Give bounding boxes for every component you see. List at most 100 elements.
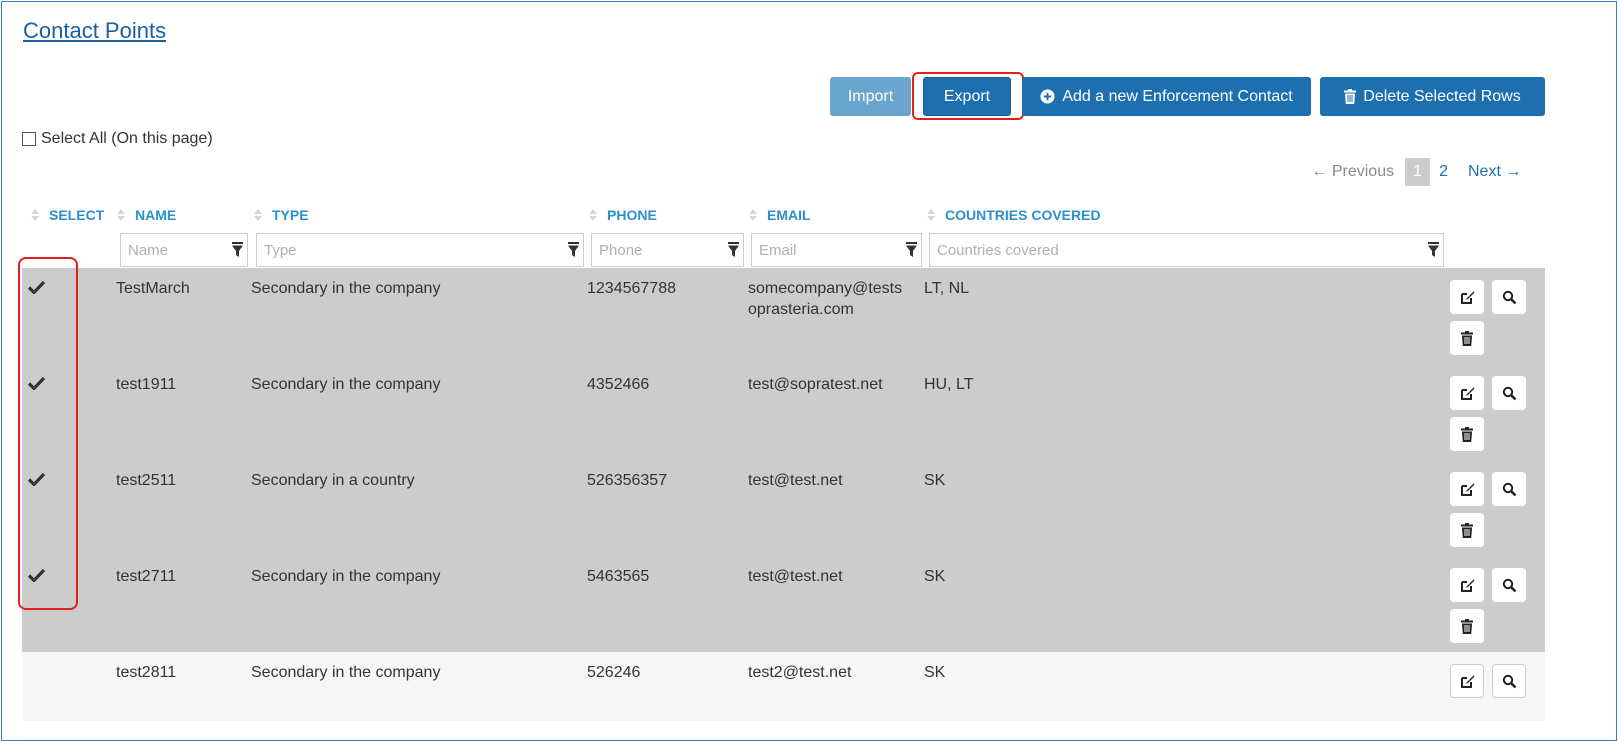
page-title[interactable]: Contact Points bbox=[23, 18, 166, 44]
delete-selected-rows-button[interactable]: Delete Selected Rows bbox=[1320, 77, 1545, 116]
column-header-countries[interactable]: COUNTRIES COVERED bbox=[926, 207, 1101, 223]
edit-button[interactable] bbox=[1450, 376, 1484, 410]
row-type: Secondary in a country bbox=[251, 472, 415, 489]
row-phone: 4352466 bbox=[587, 376, 650, 393]
sort-icon bbox=[589, 209, 597, 221]
row-countries: LT, NL bbox=[924, 280, 970, 297]
column-header-name-label: NAME bbox=[135, 207, 177, 223]
edit-icon bbox=[1460, 291, 1474, 304]
row-name: TestMarch bbox=[116, 280, 190, 297]
pagination-next[interactable]: Next → bbox=[1468, 163, 1521, 181]
row-email: test2@test.net bbox=[748, 664, 852, 681]
row-type: Secondary in the company bbox=[251, 376, 441, 393]
edit-button[interactable] bbox=[1450, 568, 1484, 602]
column-header-phone-label: PHONE bbox=[607, 207, 657, 223]
sort-icon bbox=[254, 209, 262, 221]
search-icon bbox=[1502, 578, 1516, 592]
delete-row-button[interactable] bbox=[1450, 417, 1484, 451]
row-phone: 1234567788 bbox=[587, 280, 676, 297]
trash-icon bbox=[1461, 330, 1473, 346]
table-row[interactable]: test2811 Secondary in the company 526246… bbox=[22, 652, 1545, 721]
row-name: test2811 bbox=[116, 664, 177, 681]
export-highlight-annotation bbox=[912, 72, 1024, 120]
column-header-type[interactable]: TYPE bbox=[253, 207, 309, 223]
row-countries: SK bbox=[924, 568, 946, 585]
add-enforcement-contact-button[interactable]: Add a new Enforcement Contact bbox=[1022, 77, 1311, 116]
trash-icon bbox=[1461, 618, 1473, 634]
filter-icon bbox=[1428, 242, 1439, 257]
add-button-label: Add a new Enforcement Contact bbox=[1062, 87, 1293, 105]
pagination-previous[interactable]: ← Previous bbox=[1311, 163, 1394, 181]
column-header-countries-label: COUNTRIES COVERED bbox=[945, 207, 1101, 223]
view-button[interactable] bbox=[1492, 376, 1526, 410]
plus-circle-icon bbox=[1040, 89, 1055, 104]
edit-button[interactable] bbox=[1450, 664, 1484, 698]
sort-icon bbox=[749, 209, 757, 221]
row-name: test1911 bbox=[116, 376, 177, 393]
row-name: test2711 bbox=[116, 568, 177, 585]
pagination-page-2[interactable]: 2 bbox=[1439, 163, 1448, 181]
column-header-phone[interactable]: PHONE bbox=[588, 207, 657, 223]
column-header-email[interactable]: EMAIL bbox=[748, 207, 811, 223]
column-header-select[interactable]: SELECT bbox=[30, 207, 104, 223]
sort-icon bbox=[31, 209, 39, 221]
search-icon bbox=[1502, 482, 1516, 496]
column-header-type-label: TYPE bbox=[272, 207, 309, 223]
row-email-line2: oprasteria.com bbox=[748, 301, 854, 318]
import-button[interactable]: Import bbox=[830, 77, 911, 116]
view-button[interactable] bbox=[1492, 568, 1526, 602]
row-email: test@test.net bbox=[748, 568, 843, 585]
row-countries: HU, LT bbox=[924, 376, 974, 393]
email-filter-input[interactable]: Email bbox=[751, 233, 922, 267]
row-phone: 526356357 bbox=[587, 472, 668, 489]
select-all[interactable]: Select All (On this page) bbox=[22, 130, 213, 148]
edit-icon bbox=[1460, 579, 1474, 592]
filter-icon bbox=[906, 242, 917, 257]
view-button[interactable] bbox=[1492, 280, 1526, 314]
row-phone: 5463565 bbox=[587, 568, 650, 585]
table-row[interactable]: test2711 Secondary in the company 546356… bbox=[22, 556, 1545, 652]
edit-button[interactable] bbox=[1450, 472, 1484, 506]
row-countries: SK bbox=[924, 664, 946, 681]
table-row[interactable]: TestMarch Secondary in the company 12345… bbox=[22, 268, 1545, 364]
column-header-select-label: SELECT bbox=[49, 207, 105, 223]
edit-icon bbox=[1460, 483, 1474, 496]
search-icon bbox=[1502, 290, 1516, 304]
view-button[interactable] bbox=[1492, 664, 1526, 698]
column-header-email-label: EMAIL bbox=[767, 207, 811, 223]
email-filter-placeholder: Email bbox=[759, 241, 797, 259]
delete-row-button[interactable] bbox=[1450, 321, 1484, 355]
table-row[interactable]: test2511 Secondary in a country 52635635… bbox=[22, 460, 1545, 556]
type-filter-placeholder: Type bbox=[264, 241, 297, 259]
sort-icon bbox=[927, 209, 935, 221]
select-all-checkbox[interactable] bbox=[22, 132, 36, 146]
name-filter-input[interactable]: Name bbox=[120, 233, 248, 267]
filter-icon bbox=[728, 242, 739, 257]
edit-button[interactable] bbox=[1450, 280, 1484, 314]
filter-icon bbox=[232, 242, 243, 257]
countries-filter-placeholder: Countries covered bbox=[937, 241, 1059, 259]
row-email: somecompany@tests oprasteria.com bbox=[748, 278, 902, 320]
search-icon bbox=[1502, 674, 1516, 688]
row-countries: SK bbox=[924, 472, 946, 489]
row-type: Secondary in the company bbox=[251, 568, 441, 585]
row-phone: 526246 bbox=[587, 664, 641, 681]
pagination-page-1[interactable]: 1 bbox=[1405, 158, 1431, 186]
trash-icon bbox=[1344, 89, 1357, 104]
row-type: Secondary in the company bbox=[251, 280, 441, 297]
view-button[interactable] bbox=[1492, 472, 1526, 506]
type-filter-input[interactable]: Type bbox=[256, 233, 584, 267]
phone-filter-input[interactable]: Phone bbox=[591, 233, 744, 267]
import-button-label: Import bbox=[847, 87, 894, 105]
trash-icon bbox=[1461, 522, 1473, 538]
row-type: Secondary in the company bbox=[251, 664, 441, 681]
countries-filter-input[interactable]: Countries covered bbox=[929, 233, 1444, 267]
table-row[interactable]: test1911 Secondary in the company 435246… bbox=[22, 364, 1545, 460]
delete-button-label: Delete Selected Rows bbox=[1363, 87, 1521, 105]
phone-filter-placeholder: Phone bbox=[599, 241, 643, 259]
select-column-highlight-annotation bbox=[18, 257, 78, 610]
delete-row-button[interactable] bbox=[1450, 513, 1484, 547]
column-header-name[interactable]: NAME bbox=[116, 207, 176, 223]
delete-row-button[interactable] bbox=[1450, 609, 1484, 643]
filter-icon bbox=[568, 242, 579, 257]
